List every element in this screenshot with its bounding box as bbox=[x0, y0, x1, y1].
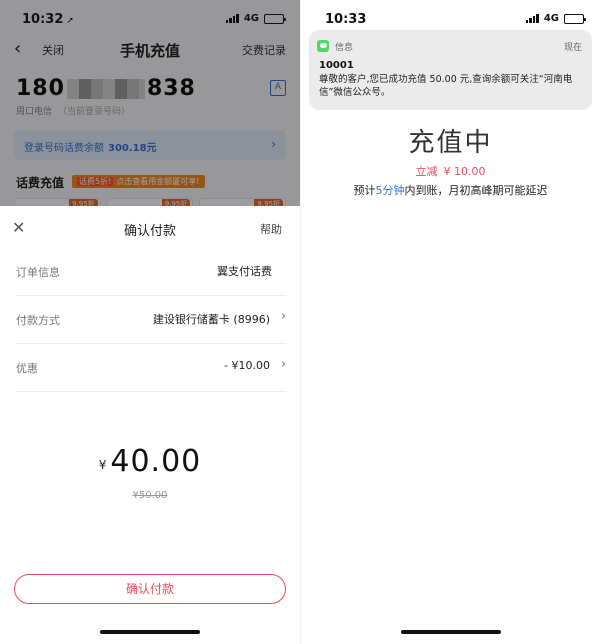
notification-message: 尊敬的客户,您已成功充值 50.00 元,查询余额可关注“河南电信”微信公众号。 bbox=[319, 74, 573, 98]
status-icons: 4G bbox=[525, 13, 586, 24]
status-time: 10:32 ➚ bbox=[22, 12, 74, 27]
messages-app-icon bbox=[317, 40, 329, 52]
recharge-status: 充值中 bbox=[408, 128, 493, 158]
payment-method-value: 建设银行储蓄卡 (8996) bbox=[152, 313, 270, 326]
notification-sender: 10001 bbox=[319, 60, 354, 71]
chevron-right-icon: › bbox=[280, 309, 286, 324]
payment-method-label: 付款方式 bbox=[16, 314, 60, 327]
payment-method-row[interactable]: 付款方式 建设银行储蓄卡 (8996) › bbox=[16, 296, 286, 344]
notification-app-name: 信息 bbox=[335, 43, 354, 53]
order-info-value: 翼支付话费 bbox=[217, 265, 272, 278]
discount-label: 优惠 bbox=[16, 362, 38, 375]
status-icons: 4G bbox=[225, 13, 286, 24]
status-time: 10:33 bbox=[325, 12, 367, 27]
currency-symbol: ¥ bbox=[98, 458, 107, 472]
home-indicator[interactable] bbox=[401, 630, 501, 634]
notification-time: 现在 bbox=[563, 43, 582, 53]
discount-line: 立减 ¥ 10.00 bbox=[301, 163, 600, 179]
payment-sheet: ✕ 确认付款 帮助 订单信息 翼支付话费 付款方式 建设银行储蓄卡 (8996)… bbox=[0, 206, 300, 644]
order-info-label: 订单信息 bbox=[16, 266, 60, 279]
eta-highlight: 5分钟 bbox=[375, 184, 405, 197]
order-info-row: 订单信息 翼支付话费 bbox=[16, 248, 286, 296]
amount-value: 40.00 bbox=[110, 444, 202, 479]
confirm-payment-button[interactable]: 确认付款 bbox=[14, 574, 286, 604]
arrival-estimate: 预计5分钟内到账，月初高峰期可能延迟 bbox=[301, 182, 600, 198]
status-bar: 10:32 ➚ 4G bbox=[0, 0, 300, 40]
status-time-text: 10:32 bbox=[22, 12, 64, 27]
eta-suffix: 内到账，月初高峰期可能延迟 bbox=[404, 184, 548, 197]
right-screen: 10:33 4G 信息 现在 10001 尊敬的客户,您已成功充值 50.00 … bbox=[300, 0, 600, 644]
network-label: 4G bbox=[543, 13, 559, 24]
chevron-right-icon: › bbox=[280, 357, 286, 372]
network-label: 4G bbox=[243, 13, 259, 24]
home-indicator[interactable] bbox=[100, 630, 200, 634]
left-screen: ‹ 关闭 手机充值 交费记录 180 838 A 周口电信 （当前登录号码） 登录号… bbox=[0, 0, 300, 644]
discount-row[interactable]: 优惠 - ¥10.00 › bbox=[16, 344, 286, 392]
eta-prefix: 预计 bbox=[353, 184, 376, 197]
pay-amount: ¥40.00 bbox=[0, 444, 300, 479]
sms-notification[interactable]: 信息 现在 10001 尊敬的客户,您已成功充值 50.00 元,查询余额可关注… bbox=[309, 30, 592, 110]
sheet-title: 确认付款 bbox=[123, 224, 176, 239]
original-price: ¥50.00 bbox=[132, 490, 168, 501]
discount-label: 立减 bbox=[415, 165, 438, 178]
signal-icon bbox=[225, 14, 239, 23]
signal-icon bbox=[525, 14, 539, 23]
discount-value: - ¥10.00 bbox=[224, 359, 270, 372]
discount-value: ¥ 10.00 bbox=[443, 165, 486, 178]
location-arrow-icon: ➚ bbox=[66, 16, 74, 26]
battery-icon bbox=[264, 13, 286, 24]
help-link[interactable]: 帮助 bbox=[260, 221, 282, 237]
battery-icon bbox=[564, 13, 586, 24]
